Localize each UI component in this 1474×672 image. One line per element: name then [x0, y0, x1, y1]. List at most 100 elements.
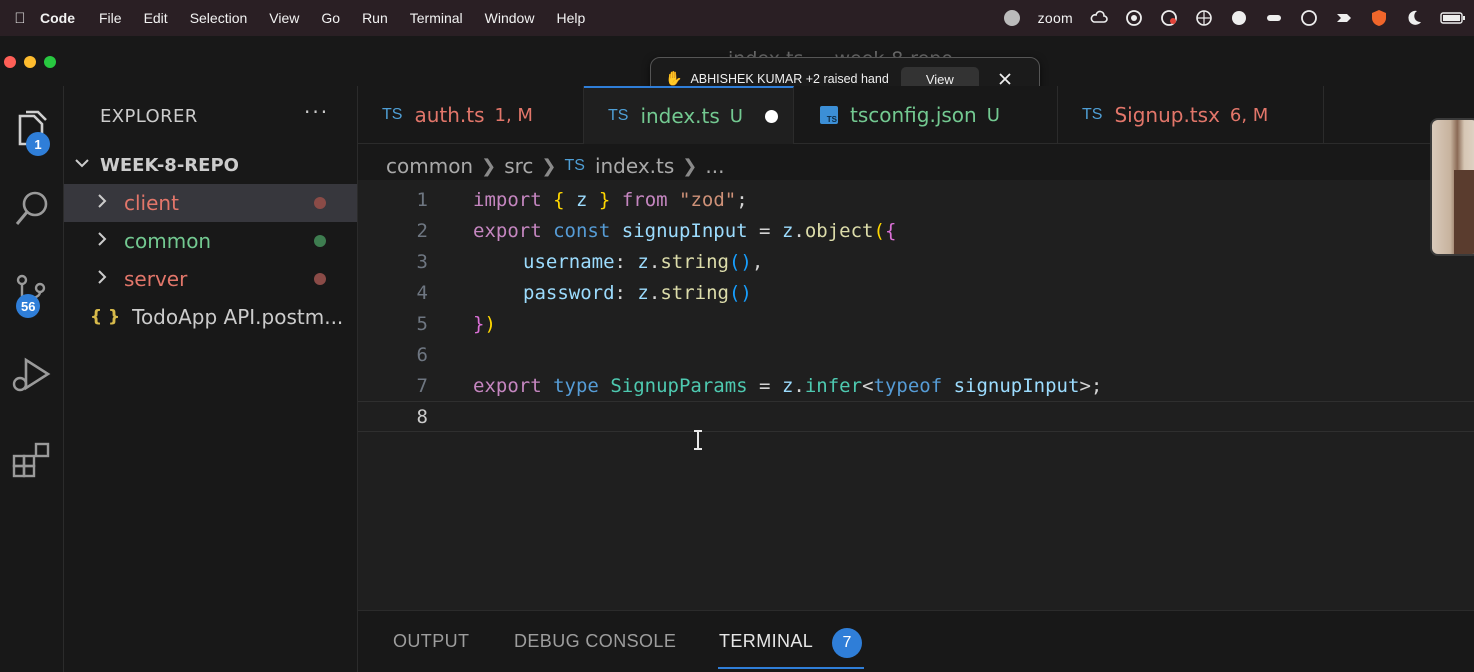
extensions-icon — [12, 442, 50, 478]
minimize-window-button[interactable] — [24, 56, 36, 68]
more-actions-icon[interactable]: ··· — [304, 100, 329, 124]
line-number: 7 — [416, 374, 428, 397]
line-number: 2 — [416, 219, 428, 242]
code-line-current[interactable]: 8 — [358, 401, 1474, 432]
menu-edit[interactable]: Edit — [144, 10, 168, 26]
globe-icon[interactable] — [1195, 9, 1213, 27]
panel-tab-output[interactable]: OUTPUT — [393, 631, 469, 652]
tab-signup-tsx[interactable]: TS Signup.tsx 6, M — [1058, 86, 1324, 144]
line-number: 5 — [416, 312, 428, 335]
tab-status: U — [729, 105, 743, 127]
tab-label: tsconfig.json — [850, 103, 977, 127]
edge-browser-icon[interactable] — [1300, 9, 1318, 27]
headset-icon[interactable] — [1230, 9, 1248, 27]
macos-menubar:  Code File Edit Selection View Go Run T… — [0, 0, 1474, 36]
editor-tabs: TS auth.ts 1, M TS index.ts U TS tsconfi… — [358, 86, 1474, 144]
code-line[interactable]: 2 export const signupInput = z.object({ — [358, 215, 1474, 246]
battery-icon[interactable] — [1440, 9, 1466, 27]
close-window-button[interactable] — [4, 56, 16, 68]
chevron-right-icon: ❯ — [481, 155, 497, 177]
chevron-right-icon: ❯ — [682, 155, 698, 177]
code-line[interactable]: 6 — [358, 339, 1474, 370]
tab-status: 6, M — [1229, 104, 1269, 126]
typescript-icon: TS — [564, 157, 585, 174]
notification-message: ABHISHEK KUMAR +2 raised hand — [690, 72, 889, 86]
menu-terminal[interactable]: Terminal — [410, 10, 463, 26]
tab-tsconfig-json[interactable]: TS tsconfig.json U — [794, 86, 1058, 144]
git-status-dot — [314, 273, 326, 285]
line-number: 1 — [416, 188, 428, 211]
tab-auth-ts[interactable]: TS auth.ts 1, M — [358, 86, 584, 144]
menu-selection[interactable]: Selection — [190, 10, 248, 26]
extensions-activity[interactable] — [0, 428, 64, 488]
tab-index-ts[interactable]: TS index.ts U — [584, 86, 794, 144]
run-debug-activity[interactable] — [0, 344, 64, 404]
tsconfig-icon: TS — [820, 106, 838, 124]
code-editor[interactable]: 1 import { z } from "zod"; 2 export cons… — [358, 180, 1474, 610]
active-tab-indicator — [718, 667, 864, 669]
breadcrumb-symbols[interactable]: ... — [705, 154, 724, 178]
breadcrumb-file[interactable]: index.ts — [595, 154, 674, 178]
code-line[interactable]: 1 import { z } from "zod"; — [358, 184, 1474, 215]
menu-run[interactable]: Run — [362, 10, 388, 26]
git-status-dot — [314, 197, 326, 209]
search-activity[interactable] — [0, 178, 64, 238]
target-icon[interactable] — [1125, 9, 1143, 27]
folder-label: server — [124, 267, 188, 291]
arrow-icon[interactable] — [1335, 9, 1353, 27]
chevron-down-icon — [72, 153, 92, 177]
line-number: 4 — [416, 281, 428, 304]
webcam-thumbnail[interactable] — [1430, 118, 1474, 256]
line-number: 8 — [416, 405, 428, 428]
code-line[interactable]: 4 password: z.string() — [358, 277, 1474, 308]
menu-go[interactable]: Go — [321, 10, 340, 26]
file-label: TodoApp API.postm... — [132, 305, 344, 329]
menu-window[interactable]: Window — [485, 10, 535, 26]
menu-view[interactable]: View — [269, 10, 299, 26]
menu-app-code[interactable]: Code — [40, 10, 75, 26]
code-text: username: z.string(), — [523, 250, 764, 273]
source-control-activity[interactable]: 56 — [0, 264, 64, 324]
explorer-activity[interactable]: 1 — [0, 100, 64, 160]
tree-folder-server[interactable]: server — [64, 260, 357, 298]
apple-menu-icon[interactable]:  — [0, 10, 40, 27]
code-line[interactable]: 3 username: z.string(), — [358, 246, 1474, 277]
repo-folder-header[interactable]: WEEK-8-REPO — [64, 150, 358, 180]
toggle-icon[interactable] — [1265, 9, 1283, 27]
panel-tab-terminal[interactable]: TERMINAL — [719, 631, 813, 652]
breadcrumb-src[interactable]: src — [504, 154, 533, 178]
menu-help[interactable]: Help — [556, 10, 585, 26]
bottom-panel: OUTPUT DEBUG CONSOLE TERMINAL 7 — [358, 610, 1474, 672]
code-text: import { z } from "zod"; — [473, 188, 748, 211]
menu-file[interactable]: File — [99, 10, 122, 26]
code-line[interactable]: 5 }) — [358, 308, 1474, 339]
repo-name: WEEK-8-REPO — [100, 154, 239, 176]
status-tray: zoom — [1003, 0, 1466, 36]
code-line[interactable]: 7 export type SignupParams = z.infer<typ… — [358, 370, 1474, 401]
chevron-right-icon — [94, 193, 110, 213]
tree-file-postman[interactable]: { } TodoApp API.postm... — [64, 298, 357, 336]
brave-shield-icon[interactable] — [1370, 9, 1388, 27]
typescript-icon: TS — [382, 106, 403, 123]
panel-tab-debug-console[interactable]: DEBUG CONSOLE — [514, 631, 676, 652]
screen-record-icon[interactable] — [1160, 9, 1178, 27]
notification-count-icon[interactable] — [1003, 9, 1021, 27]
chevron-right-icon: ❯ — [541, 155, 557, 177]
breadcrumb-common[interactable]: common — [386, 154, 473, 178]
cloud-icon[interactable] — [1090, 9, 1108, 27]
unsaved-dot-icon[interactable] — [764, 109, 778, 123]
moon-icon[interactable] — [1405, 9, 1423, 27]
tab-status: U — [986, 104, 1000, 126]
code-text: export const signupInput = z.object({ — [473, 219, 897, 242]
activity-bar: 1 56 — [0, 86, 64, 672]
chevron-right-icon — [94, 269, 110, 289]
zoom-tray-label[interactable]: zoom — [1038, 9, 1073, 27]
tab-label: Signup.tsx — [1114, 103, 1220, 127]
tree-folder-common[interactable]: common — [64, 222, 357, 260]
folder-label: common — [124, 229, 212, 253]
explorer-badge: 1 — [26, 132, 50, 156]
explorer-header: EXPLORER — [100, 106, 198, 127]
tab-label: auth.ts — [414, 103, 485, 127]
tree-folder-client[interactable]: client — [64, 184, 357, 222]
maximize-window-button[interactable] — [44, 56, 56, 68]
